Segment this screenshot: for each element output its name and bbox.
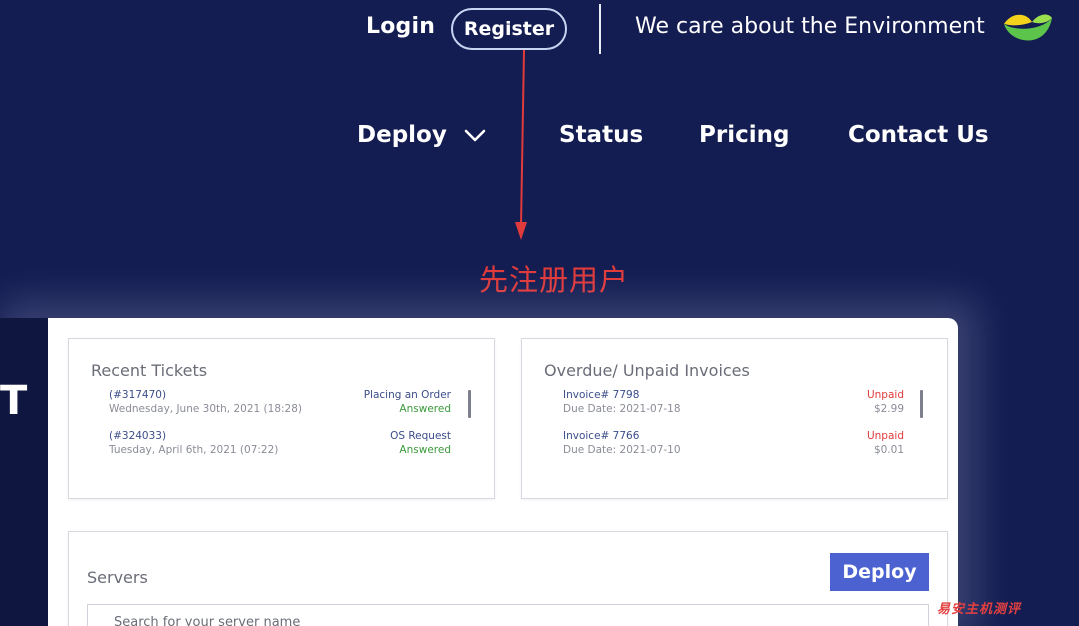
invoices-scrollbar[interactable] [920,390,923,418]
nav-contact-us[interactable]: Contact Us [848,122,989,148]
invoice-status: Unpaid [866,430,904,442]
sidebar-edge [0,318,48,626]
divider [599,4,601,54]
servers-title: Servers [87,568,148,587]
ticket-id[interactable]: (#324033) [109,430,166,442]
annotation-text: 先注册用户 [479,263,630,297]
ticket-date: Wednesday, June 30th, 2021 (18:28) [109,403,302,415]
leaf-logo-icon [1004,14,1052,41]
ticket-subject: Placing an Order [363,389,451,401]
invoices-list: Invoice# 7798 Due Date: 2021-07-18 Unpai… [563,389,912,455]
recent-tickets-card: Recent Tickets (#317470) Wednesday, June… [68,338,495,499]
main-navigation: Deploy Status Pricing Contact Us [0,120,1079,160]
search-placeholder: Search for your server name [114,615,301,626]
nav-deploy[interactable]: Deploy [357,122,447,148]
top-bar: Login Register We care about the Environ… [0,0,1079,60]
watermark-text: 易安主机测评 [937,602,1022,617]
unpaid-invoices-card: Overdue/ Unpaid Invoices Invoice# 7798 D… [521,338,948,499]
invoice-due-date: Due Date: 2021-07-18 [563,403,681,415]
environment-tagline: We care about the Environment [635,14,985,39]
register-button[interactable]: Register [451,8,567,50]
nav-status[interactable]: Status [559,122,643,148]
invoice-due-date: Due Date: 2021-07-10 [563,444,681,455]
invoice-amount: $0.01 [873,444,904,455]
cropped-heading-letter: T [0,378,28,424]
server-search-input[interactable]: Search for your server name [87,604,929,626]
deploy-server-button[interactable]: Deploy [830,553,929,591]
ticket-status: Answered [399,444,451,455]
red-arrow-annotation [515,50,527,240]
invoice-status: Unpaid [866,389,904,401]
invoice-amount: $2.99 [873,403,904,415]
invoice-number[interactable]: Invoice# 7798 [563,389,639,401]
ticket-id[interactable]: (#317470) [109,389,166,401]
invoice-number[interactable]: Invoice# 7766 [563,430,639,442]
ticket-date: Tuesday, April 6th, 2021 (07:22) [109,444,279,455]
login-link[interactable]: Login [366,14,435,39]
ticket-status: Answered [399,403,451,415]
unpaid-invoices-title: Overdue/ Unpaid Invoices [544,361,750,380]
chevron-down-icon[interactable] [464,128,486,144]
ticket-subject: OS Request [390,430,451,442]
tickets-scrollbar[interactable] [468,390,471,418]
recent-tickets-title: Recent Tickets [91,361,208,380]
tickets-list: (#317470) Wednesday, June 30th, 2021 (18… [109,389,471,455]
nav-pricing[interactable]: Pricing [699,122,789,148]
